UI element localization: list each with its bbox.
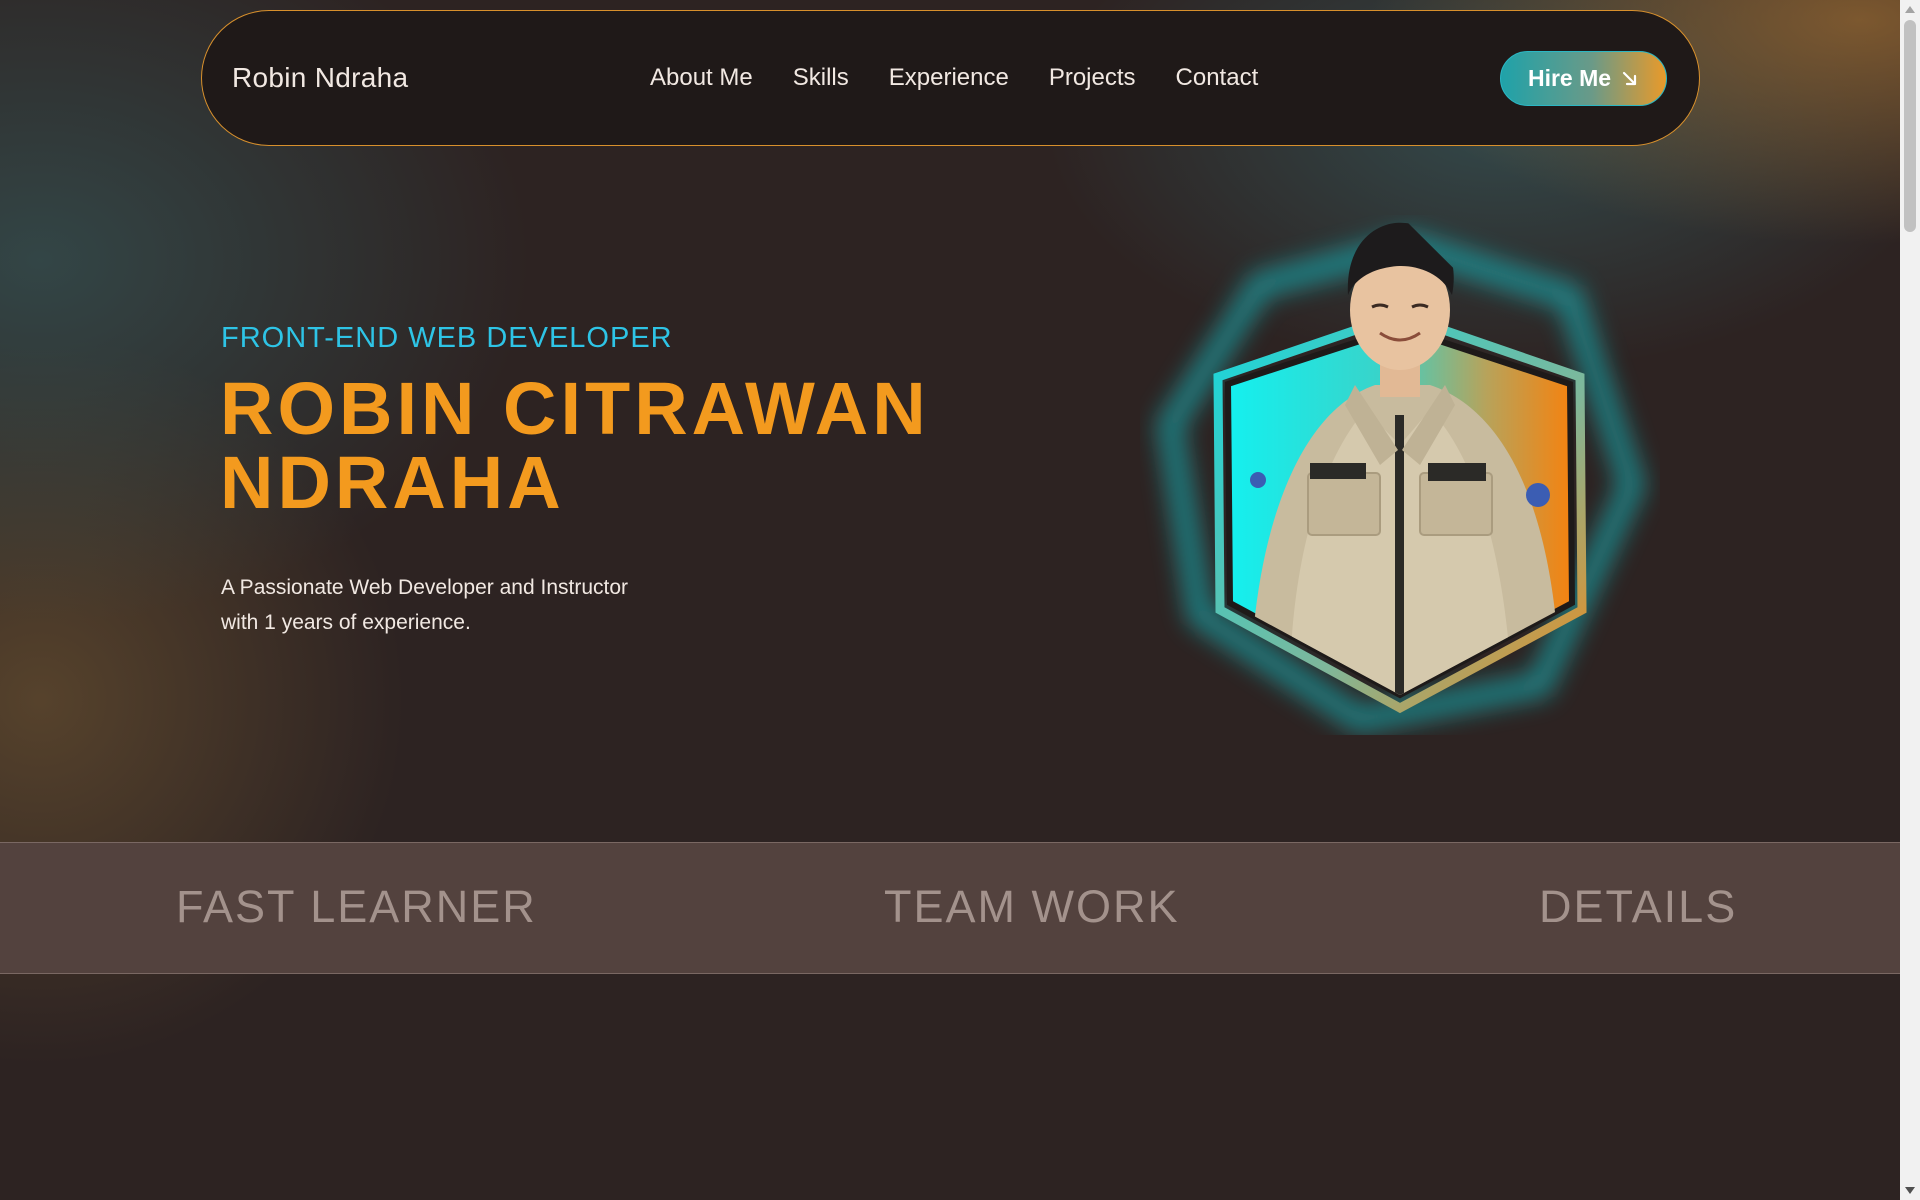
nav-link-skills[interactable]: Skills xyxy=(793,64,849,92)
brand-logo[interactable]: Robin Ndraha xyxy=(232,62,408,94)
hero-name-line-1: ROBIN CITRAWAN xyxy=(220,367,930,450)
hero-subtitle: FRONT-END WEB DEVELOPER xyxy=(221,322,673,354)
hero-description-line-1: A Passionate Web Developer and Instructo… xyxy=(221,576,629,599)
nav-link-projects[interactable]: Projects xyxy=(1049,64,1136,92)
hire-me-label: Hire Me xyxy=(1527,65,1612,91)
highlight-fast-learner: FAST LEARNER xyxy=(176,881,537,932)
scroll-up-arrow-icon[interactable] xyxy=(1905,6,1915,13)
hire-me-button[interactable]: Hire Me xyxy=(1500,51,1667,106)
highlights-strip: FAST LEARNER TEAM WORK DETAILS xyxy=(0,842,1900,974)
profile-portrait xyxy=(1156,222,1646,734)
hero-name-line-2: NDRAHA xyxy=(220,441,565,524)
nav-links: About Me Skills Experience Projects Cont… xyxy=(650,64,1258,92)
scrollbar-thumb[interactable] xyxy=(1904,20,1916,232)
hero-name: ROBIN CITRAWAN NDRAHA xyxy=(220,372,980,520)
arrow-down-right-icon xyxy=(1622,71,1637,85)
nav-link-contact[interactable]: Contact xyxy=(1176,64,1259,92)
scroll-down-arrow-icon[interactable] xyxy=(1905,1187,1915,1194)
person-figure xyxy=(1250,222,1560,695)
navbar: Robin Ndraha About Me Skills Experience … xyxy=(201,10,1700,146)
nav-link-experience[interactable]: Experience xyxy=(889,64,1009,92)
hero-description: A Passionate Web Developer and Instructo… xyxy=(221,570,691,640)
hero-description-line-2: with 1 years of experience. xyxy=(221,611,471,634)
page: Robin Ndraha About Me Skills Experience … xyxy=(0,0,1920,1200)
nav-link-about[interactable]: About Me xyxy=(650,64,753,92)
highlight-details: DETAILS xyxy=(1539,881,1738,932)
highlight-team-work: TEAM WORK xyxy=(884,881,1180,932)
page-scrollbar[interactable] xyxy=(1900,0,1920,1200)
